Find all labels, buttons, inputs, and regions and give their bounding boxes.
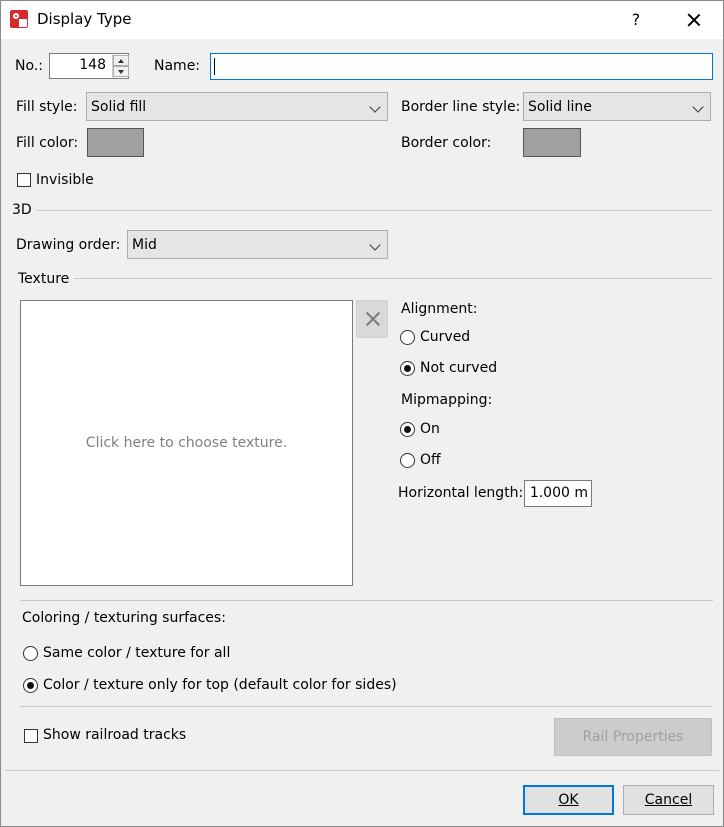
footer-divider bbox=[5, 770, 719, 771]
spin-down-icon[interactable] bbox=[113, 66, 129, 77]
display-type-dialog: Display Type ? No.: 148 Name: Fill style… bbox=[0, 0, 724, 827]
no-spinbox[interactable]: 148 bbox=[49, 53, 129, 79]
mipmapping-label: Mipmapping: bbox=[401, 392, 493, 408]
chevron-down-icon bbox=[692, 101, 704, 113]
texture-placeholder: Click here to choose texture. bbox=[85, 435, 288, 451]
surfaces-divider bbox=[20, 600, 713, 601]
rail-properties-button[interactable]: Rail Properties bbox=[554, 718, 712, 756]
section-3d-divider bbox=[37, 210, 713, 211]
drawing-order-value: Mid bbox=[132, 237, 157, 253]
ok-label: OK bbox=[558, 792, 579, 808]
same-color-label[interactable]: Same color / texture for all bbox=[43, 645, 230, 661]
mipmapping-off-radio[interactable] bbox=[400, 453, 415, 468]
texture-divider bbox=[74, 278, 713, 279]
window-title: Display Type bbox=[37, 10, 132, 28]
text-cursor bbox=[214, 58, 215, 75]
name-input[interactable] bbox=[210, 53, 713, 80]
horizontal-length-label: Horizontal length: bbox=[398, 485, 524, 501]
rail-divider bbox=[20, 706, 713, 707]
mipmapping-off-label[interactable]: Off bbox=[420, 452, 441, 468]
invisible-label[interactable]: Invisible bbox=[36, 172, 94, 188]
alignment-curved-radio[interactable] bbox=[400, 330, 415, 345]
spin-up-icon[interactable] bbox=[113, 55, 129, 66]
chevron-down-icon bbox=[369, 239, 381, 251]
no-label: No.: bbox=[15, 58, 43, 74]
horizontal-length-input[interactable]: 1.000 m bbox=[524, 480, 592, 507]
no-spinner[interactable] bbox=[112, 54, 129, 78]
app-icon bbox=[10, 10, 28, 28]
texture-picker[interactable]: Click here to choose texture. bbox=[20, 300, 353, 586]
fill-color-label: Fill color: bbox=[16, 135, 79, 151]
mipmapping-on-radio[interactable] bbox=[400, 422, 415, 437]
alignment-curved-label[interactable]: Curved bbox=[420, 329, 470, 345]
border-line-style-value: Solid line bbox=[528, 99, 592, 115]
top-only-radio[interactable] bbox=[23, 678, 38, 693]
alignment-not-curved-radio[interactable] bbox=[400, 361, 415, 376]
fill-style-select[interactable]: Solid fill bbox=[86, 92, 388, 121]
same-color-radio[interactable] bbox=[23, 646, 38, 661]
border-line-style-select[interactable]: Solid line bbox=[523, 92, 711, 121]
drawing-order-select[interactable]: Mid bbox=[127, 230, 388, 259]
section-3d-label: 3D bbox=[12, 202, 32, 218]
alignment-label: Alignment: bbox=[401, 301, 478, 317]
help-button[interactable]: ? bbox=[623, 9, 649, 33]
top-only-label[interactable]: Color / texture only for top (default co… bbox=[43, 677, 397, 693]
cancel-button[interactable]: Cancel bbox=[623, 785, 714, 815]
close-icon[interactable] bbox=[679, 7, 709, 33]
no-value: 148 bbox=[79, 57, 106, 73]
ok-button[interactable]: OK bbox=[523, 785, 614, 815]
name-label: Name: bbox=[154, 58, 201, 74]
fill-color-swatch[interactable] bbox=[87, 128, 144, 157]
invisible-checkbox[interactable] bbox=[17, 173, 31, 187]
alignment-not-curved-label[interactable]: Not curved bbox=[420, 360, 497, 376]
show-tracks-label[interactable]: Show railroad tracks bbox=[43, 727, 186, 743]
show-tracks-checkbox[interactable] bbox=[24, 729, 38, 743]
title-bar[interactable]: Display Type ? bbox=[1, 1, 723, 39]
clear-texture-icon[interactable] bbox=[356, 300, 388, 338]
texture-label: Texture bbox=[18, 271, 70, 287]
border-color-swatch[interactable] bbox=[523, 128, 581, 157]
surfaces-label: Coloring / texturing surfaces: bbox=[22, 610, 226, 626]
mipmapping-on-label[interactable]: On bbox=[420, 421, 440, 437]
fill-style-value: Solid fill bbox=[91, 99, 147, 115]
border-color-label: Border color: bbox=[401, 135, 492, 151]
cancel-label: Cancel bbox=[644, 792, 693, 808]
fill-style-label: Fill style: bbox=[16, 99, 78, 115]
chevron-down-icon bbox=[369, 101, 381, 113]
border-line-style-label: Border line style: bbox=[401, 99, 521, 115]
drawing-order-label: Drawing order: bbox=[16, 237, 121, 253]
horizontal-length-value: 1.000 m bbox=[529, 485, 588, 501]
